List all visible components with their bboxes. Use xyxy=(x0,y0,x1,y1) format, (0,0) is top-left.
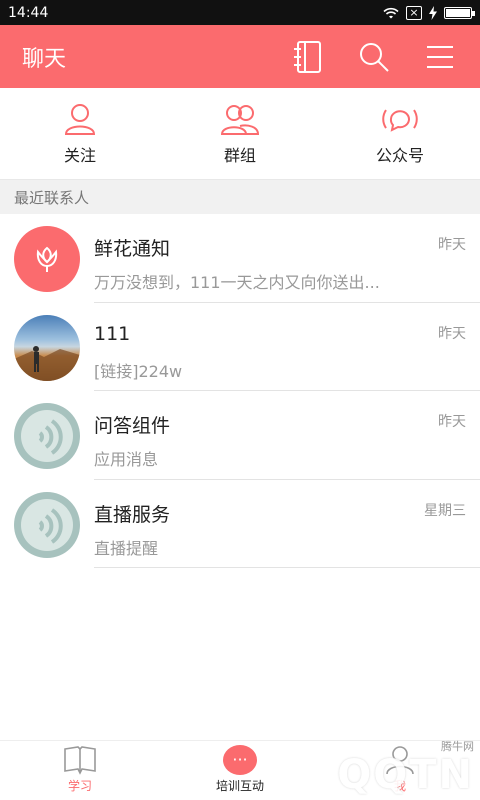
tab-follow-label: 关注 xyxy=(63,145,96,165)
nav-learn-label: 学习 xyxy=(67,779,92,793)
contact-time: 昨天 xyxy=(438,325,466,342)
contact-name: 直播服务 xyxy=(94,503,171,526)
live-service-avatar xyxy=(14,491,80,558)
nav-learn[interactable]: 学习 xyxy=(0,741,160,800)
nav-training-interaction[interactable]: ··· 培训互动 xyxy=(160,741,320,800)
wifi-icon xyxy=(383,7,399,18)
group-icon xyxy=(220,104,260,135)
search-icon xyxy=(360,42,389,72)
flower-avatar xyxy=(14,226,80,292)
battery-icon xyxy=(444,6,475,19)
recent-contacts-header: 最近联系人 xyxy=(0,180,480,214)
list-item[interactable]: 鲜花通知 万万没想到，111一天之内又向你送出... 昨天 xyxy=(0,214,480,303)
contact-name: 111 xyxy=(94,322,131,345)
tab-follow[interactable]: 关注 xyxy=(0,88,160,179)
app-bar: 聊天 xyxy=(0,25,480,88)
page-title: 聊天 xyxy=(22,46,67,72)
recent-contacts-list: 鲜花通知 万万没想到，111一天之内又向你送出... 昨天 111 [链接]22… xyxy=(0,214,480,568)
contact-name: 鲜花通知 xyxy=(94,238,171,260)
contact-last-message: 直播提醒 xyxy=(94,538,159,558)
broadcast-icon xyxy=(382,108,418,132)
search-button[interactable] xyxy=(356,39,392,75)
flower-icon xyxy=(36,246,58,272)
bottom-nav: 学习 ··· 培训互动 我 xyxy=(0,740,480,800)
qa-avatar xyxy=(14,403,80,469)
chat-bubble-icon: ··· xyxy=(223,745,257,775)
status-time: 14:44 xyxy=(8,4,49,21)
divider xyxy=(94,567,480,568)
contact-time: 昨天 xyxy=(438,237,466,253)
menu-button[interactable] xyxy=(422,39,458,75)
contact-time: 昨天 xyxy=(438,414,466,430)
status-icons: × xyxy=(382,5,475,20)
contact-last-message: 万万没想到，111一天之内又向你送出... xyxy=(94,273,380,292)
tab-groups-label: 群组 xyxy=(223,145,256,165)
signal-waves-icon xyxy=(21,498,73,551)
signal-waves-icon xyxy=(21,410,73,462)
address-book-icon xyxy=(294,40,321,73)
list-item[interactable]: 111 [链接]224w 昨天 xyxy=(0,303,480,391)
contact-time: 星期三 xyxy=(424,502,466,519)
nav-me[interactable]: 我 xyxy=(320,741,480,800)
hiker-photo-icon xyxy=(14,345,80,381)
person-icon xyxy=(386,746,414,775)
list-item[interactable]: 直播服务 直播提醒 星期三 xyxy=(0,480,480,568)
contact-category-tabs: 关注 群组 公众号 xyxy=(0,88,480,180)
contact-last-message: [链接]224w xyxy=(94,361,183,381)
contact-last-message: 应用消息 xyxy=(94,450,159,469)
open-book-icon xyxy=(64,746,96,775)
sim-off-icon: × xyxy=(406,5,422,20)
status-bar: 14:44 × xyxy=(0,0,480,25)
tab-groups[interactable]: 群组 xyxy=(160,88,320,179)
contacts-book-button[interactable] xyxy=(290,39,326,75)
tab-public-accounts[interactable]: 公众号 xyxy=(320,88,480,179)
hamburger-menu-icon xyxy=(427,45,453,68)
person-icon xyxy=(64,103,96,135)
photo-avatar xyxy=(14,314,80,381)
nav-training-label: 培训互动 xyxy=(215,779,264,793)
contact-name: 问答组件 xyxy=(94,415,171,437)
tab-public-accounts-label: 公众号 xyxy=(375,145,424,165)
list-item[interactable]: 问答组件 应用消息 昨天 xyxy=(0,391,480,480)
charging-bolt-icon xyxy=(429,5,437,20)
nav-me-label: 我 xyxy=(393,779,406,793)
